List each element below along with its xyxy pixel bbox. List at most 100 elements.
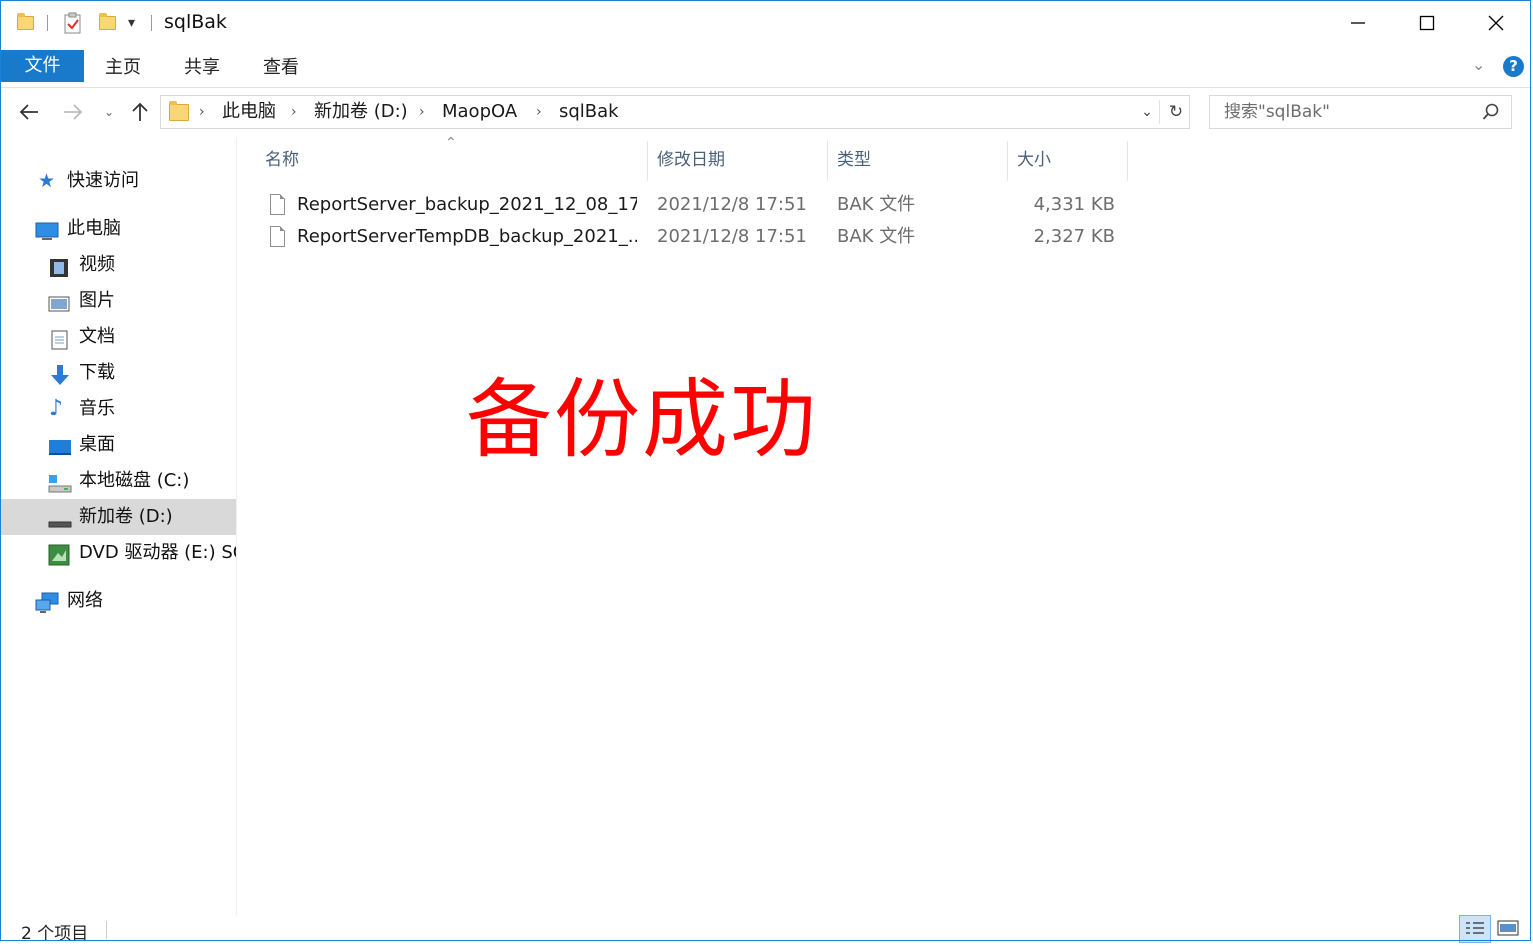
music-icon: ♪: [49, 399, 71, 419]
file-icon: [270, 194, 285, 215]
nav-downloads[interactable]: 下载: [1, 355, 236, 391]
nav-music[interactable]: ♪ 音乐: [1, 391, 236, 427]
breadcrumb-separator-icon[interactable]: ›: [291, 96, 297, 128]
maximize-button[interactable]: [1404, 1, 1450, 45]
file-size: 2,327 KB: [1017, 221, 1115, 253]
nav-network[interactable]: 网络: [1, 583, 236, 619]
file-name: ReportServerTempDB_backup_2021_...: [297, 221, 637, 253]
breadcrumb-separator-icon[interactable]: ›: [419, 96, 425, 128]
forward-button[interactable]: [57, 88, 89, 136]
nav-label: 网络: [67, 583, 103, 619]
ribbon-tabs: 文件 主页 共享 查看 ⌄ ?: [1, 45, 1532, 88]
status-bar: 2 个项目: [1, 915, 1532, 943]
tab-view[interactable]: 查看: [253, 52, 309, 84]
column-header-size[interactable]: 大小: [1017, 137, 1051, 181]
column-divider[interactable]: [1127, 141, 1128, 181]
back-button[interactable]: [13, 88, 45, 136]
up-button[interactable]: [126, 88, 154, 136]
tab-share[interactable]: 共享: [174, 52, 230, 84]
nav-videos[interactable]: 视频: [1, 247, 236, 283]
file-row[interactable]: ReportServerTempDB_backup_2021_... 2021/…: [260, 221, 1140, 253]
column-divider[interactable]: [647, 141, 648, 181]
details-view-icon[interactable]: [1459, 915, 1491, 943]
dvd-icon: [48, 543, 70, 563]
file-date: 2021/12/8 17:51: [657, 221, 827, 253]
nav-quick-access[interactable]: ★ 快速访问: [1, 163, 236, 199]
breadcrumb-separator-icon[interactable]: ›: [536, 96, 542, 128]
column-divider[interactable]: [1007, 141, 1008, 181]
column-divider[interactable]: [827, 141, 828, 181]
nav-label: 本地磁盘 (C:): [79, 463, 189, 499]
desktop-icon: [48, 435, 70, 455]
title-bar: ▾ sqlBak: [1, 1, 1532, 45]
picture-icon: [48, 291, 70, 311]
breadcrumb-drive-d[interactable]: 新加卷 (D:): [314, 96, 408, 128]
backup-success-annotation: 备份成功: [466, 370, 818, 470]
nav-pictures[interactable]: 图片: [1, 283, 236, 319]
nav-label: 音乐: [79, 391, 115, 427]
search-icon[interactable]: [1482, 103, 1500, 121]
nav-label: DVD 驱动器 (E:) SQ: [79, 535, 237, 571]
star-icon: ★: [38, 171, 60, 191]
file-name: ReportServer_backup_2021_12_08_17...: [297, 189, 637, 221]
file-list: ⌃ 名称 修改日期 类型 大小 ReportServer_backup_2021…: [240, 137, 1532, 915]
recent-locations-icon[interactable]: ⌄: [99, 88, 119, 136]
nav-drive-d[interactable]: 新加卷 (D:): [1, 499, 236, 535]
large-icons-view-icon[interactable]: [1493, 915, 1525, 943]
sort-ascending-icon: ⌃: [445, 135, 457, 151]
expand-ribbon-icon[interactable]: ⌄: [1472, 55, 1485, 74]
nav-label: 桌面: [79, 427, 115, 463]
local-disk-icon: [48, 471, 70, 491]
search-placeholder: 搜索"sqlBak": [1224, 96, 1330, 128]
navigation-bar: ⌄ › 此电脑 › 新加卷 (D:) › MaopOA › sqlBak ⌄ ↻…: [1, 88, 1532, 136]
drive-icon: [48, 507, 70, 527]
nav-label: 视频: [79, 247, 115, 283]
column-header-type[interactable]: 类型: [837, 137, 871, 181]
breadcrumb-separator-icon[interactable]: ›: [199, 96, 205, 128]
network-icon: [35, 591, 57, 611]
divider: [106, 921, 107, 939]
nav-label: 下载: [79, 355, 115, 391]
breadcrumb-sqlbak[interactable]: sqlBak: [559, 96, 619, 128]
column-header-date[interactable]: 修改日期: [657, 137, 725, 181]
nav-label: 此电脑: [67, 211, 121, 247]
customize-quick-access-icon[interactable]: ▾: [128, 15, 135, 31]
column-header-name[interactable]: 名称: [265, 137, 299, 181]
computer-icon: [35, 219, 57, 239]
properties-icon[interactable]: [63, 12, 83, 34]
address-bar[interactable]: › 此电脑 › 新加卷 (D:) › MaopOA › sqlBak ⌄ ↻: [160, 95, 1190, 129]
nav-this-pc[interactable]: 此电脑: [1, 211, 236, 247]
nav-local-disk-c[interactable]: 本地磁盘 (C:): [1, 463, 236, 499]
navigation-pane: ★ 快速访问 此电脑 视频 图片 文档 下载 ♪ 音乐: [1, 137, 237, 915]
tab-home[interactable]: 主页: [95, 52, 151, 84]
nav-label: 新加卷 (D:): [79, 499, 173, 535]
nav-label: 图片: [79, 283, 115, 319]
file-type: BAK 文件: [837, 221, 1007, 253]
nav-label: 文档: [79, 319, 115, 355]
close-button[interactable]: [1473, 1, 1519, 45]
help-icon[interactable]: ?: [1503, 56, 1524, 77]
divider: [151, 15, 152, 31]
tab-file[interactable]: 文件: [1, 50, 84, 82]
nav-desktop[interactable]: 桌面: [1, 427, 236, 463]
nav-documents[interactable]: 文档: [1, 319, 236, 355]
breadcrumb-maopoa[interactable]: MaopOA: [442, 96, 517, 128]
nav-dvd-e[interactable]: DVD 驱动器 (E:) SQ: [1, 535, 236, 571]
nav-label: 快速访问: [67, 163, 139, 199]
item-count: 2 个项目: [21, 919, 88, 944]
folder-icon: [17, 16, 34, 30]
file-icon: [270, 226, 285, 247]
refresh-icon[interactable]: ↻: [1164, 96, 1188, 128]
minimize-button[interactable]: [1335, 1, 1381, 45]
breadcrumb-this-pc[interactable]: 此电脑: [222, 96, 276, 128]
file-row[interactable]: ReportServer_backup_2021_12_08_17... 202…: [260, 189, 1140, 221]
file-date: 2021/12/8 17:51: [657, 189, 827, 221]
folder-icon: [169, 104, 189, 121]
address-history-icon[interactable]: ⌄: [1136, 96, 1158, 128]
search-box[interactable]: 搜索"sqlBak": [1209, 95, 1512, 129]
window-title: sqlBak: [164, 11, 227, 33]
file-size: 4,331 KB: [1017, 189, 1115, 221]
file-type: BAK 文件: [837, 189, 1007, 221]
divider: [1159, 100, 1160, 124]
new-folder-icon[interactable]: [99, 16, 116, 30]
